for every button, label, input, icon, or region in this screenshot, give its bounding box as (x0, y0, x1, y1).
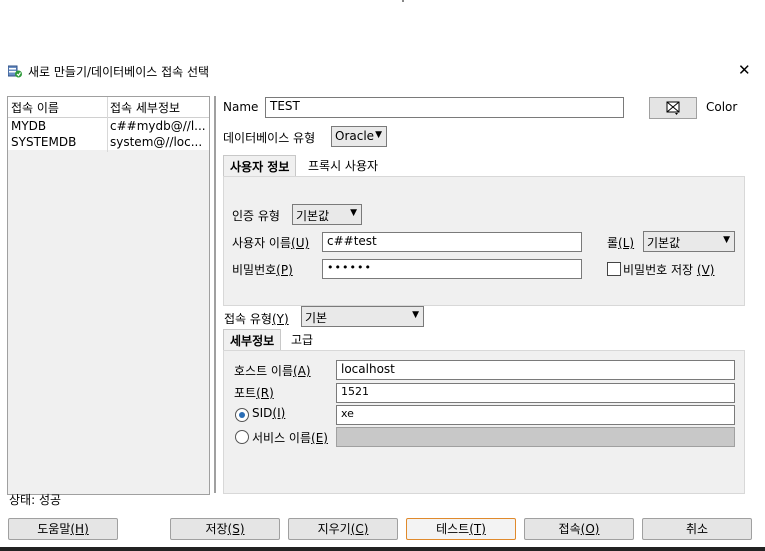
database-type-value: Oracle (335, 129, 375, 143)
auth-type-value: 기본값 (296, 209, 330, 223)
window-bottom-edge (0, 547, 765, 551)
cancel-button[interactable]: 취소 (642, 518, 752, 540)
connection-name: SYSTEMDB (11, 135, 77, 149)
auth-type-label: 인증 유형 (232, 209, 280, 223)
tab-user-info[interactable]: 사용자 정보 (223, 155, 297, 176)
host-label: 호스트 이름(A) (234, 364, 311, 378)
tab-proxy-user[interactable]: 프록시 사용자 (302, 155, 384, 176)
test-button[interactable]: 테스트(T) (406, 518, 516, 540)
connection-details: c##mydb@//l... (110, 119, 206, 133)
tab-details[interactable]: 세부정보 (223, 329, 282, 350)
role-value: 기본값 (647, 236, 681, 250)
panel-splitter[interactable] (214, 96, 216, 493)
service-name-radio[interactable] (235, 430, 249, 444)
save-password-checkbox[interactable] (607, 262, 621, 276)
database-connection-icon (8, 65, 22, 78)
tab-advanced[interactable]: 고급 (285, 329, 319, 350)
auth-type-select[interactable]: 기본값 ▼ (292, 204, 362, 225)
connection-type-select[interactable]: 기본 ▼ (301, 306, 424, 327)
column-divider[interactable] (107, 97, 108, 152)
dialog-title: 새로 만들기/데이터베이스 접속 선택 (28, 65, 210, 79)
service-name-label: 서비스 이름(E) (252, 431, 328, 445)
role-select[interactable]: 기본값 ▼ (643, 231, 735, 252)
connection-type-label: 접속 유형(Y) (224, 312, 289, 326)
connection-name: MYDB (11, 119, 47, 133)
sid-label: SID(I) (252, 406, 286, 420)
port-label: 포트(R) (234, 386, 274, 400)
connection-type-value: 기본 (305, 311, 328, 325)
decorative-dot (402, 0, 404, 2)
chevron-down-icon: ▼ (723, 235, 730, 245)
clear-button[interactable]: 지우기(C) (288, 518, 398, 540)
role-label: 롤(L) (607, 236, 635, 250)
host-input[interactable]: localhost (336, 360, 735, 380)
sid-input[interactable]: xe (336, 405, 735, 425)
name-label: Name (223, 100, 259, 114)
connection-row[interactable]: MYDB c##mydb@//l... (8, 118, 209, 134)
connect-button[interactable]: 접속(O) (524, 518, 634, 540)
chevron-down-icon: ▼ (375, 130, 382, 140)
connection-details: system@//loc... (110, 135, 203, 149)
service-name-input[interactable] (336, 427, 735, 447)
column-header-name[interactable]: 접속 이름 (11, 99, 59, 116)
save-password-label: 비밀번호 저장 (V) (623, 263, 715, 277)
status-text: 상태: 성공 (9, 493, 62, 507)
close-icon[interactable]: ✕ (738, 61, 751, 79)
database-type-select[interactable]: Oracle ▼ (331, 126, 387, 147)
name-input[interactable]: TEST (265, 97, 624, 118)
help-button[interactable]: 도움말(H) (8, 518, 118, 540)
connection-row[interactable]: SYSTEMDB system@//loc... (8, 134, 209, 150)
color-swatch-icon (666, 101, 680, 115)
username-input[interactable]: c##test (322, 232, 582, 252)
database-type-label: 데이터베이스 유형 (223, 131, 316, 145)
password-label: 비밀번호(P) (232, 263, 293, 277)
column-header-details[interactable]: 접속 세부정보 (110, 99, 180, 116)
connection-list-header: 접속 이름 접속 세부정보 (8, 97, 209, 118)
port-input[interactable]: 1521 (336, 383, 735, 403)
chevron-down-icon: ▼ (412, 310, 419, 320)
sid-radio[interactable] (235, 408, 249, 422)
save-button[interactable]: 저장(S) (170, 518, 280, 540)
username-label: 사용자 이름(U) (232, 236, 310, 250)
password-input[interactable]: •••••• (322, 259, 582, 279)
color-picker-button[interactable] (649, 97, 697, 119)
color-label: Color (706, 100, 738, 114)
connection-list[interactable]: 접속 이름 접속 세부정보 MYDB c##mydb@//l... SYSTEM… (7, 96, 210, 495)
chevron-down-icon: ▼ (350, 208, 357, 218)
